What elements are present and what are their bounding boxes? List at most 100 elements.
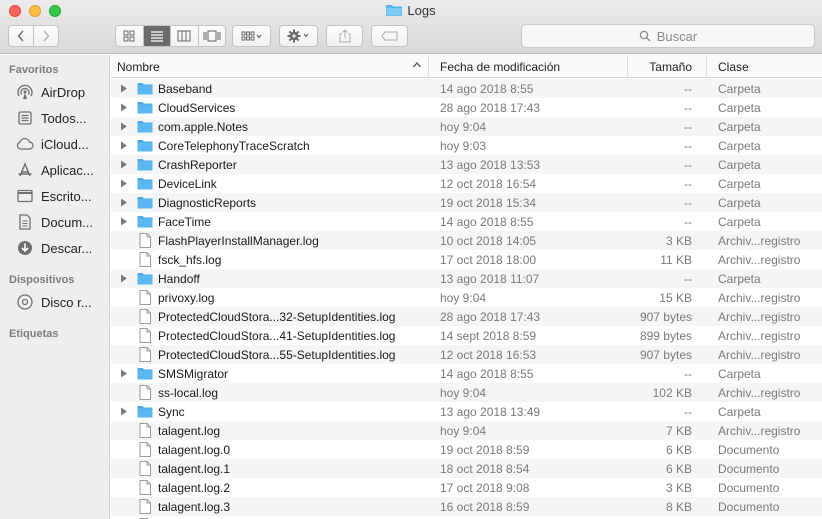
tag-button[interactable] [371, 25, 408, 47]
disclosure-triangle[interactable] [118, 269, 130, 288]
file-row[interactable]: com.apple.Notes hoy 9:04 -- Carpeta [111, 117, 822, 136]
file-name: Baseband [158, 81, 213, 96]
file-date: 10 oct 2018 14:05 [440, 233, 537, 248]
disclosure-triangle[interactable] [118, 193, 130, 212]
column-header-kind[interactable]: Clase [707, 55, 822, 78]
desktop-icon [15, 186, 35, 206]
chevron-left-icon [17, 30, 24, 42]
file-row[interactable]: ProtectedCloudStora...41-SetupIdentities… [111, 326, 822, 345]
file-kind: Documento [718, 442, 780, 457]
file-row[interactable]: Baseband 14 ago 2018 8:55 -- Carpeta [111, 79, 822, 98]
disclosure-triangle[interactable] [118, 98, 130, 117]
triangle-right-icon [121, 179, 127, 188]
file-date: 13 ago 2018 11:07 [440, 271, 540, 286]
file-row[interactable]: fsck_hfs.log 17 oct 2018 18:00 11 KB Archiv… [111, 250, 822, 269]
file-row[interactable]: ProtectedCloudStora...32-SetupIdentities… [111, 307, 822, 326]
sort-ascending-icon [413, 62, 421, 68]
file-size: -- [684, 100, 692, 115]
disclosure-triangle[interactable] [118, 174, 130, 193]
column-header-date[interactable]: Fecha de modificación [429, 55, 628, 78]
file-row[interactable]: Handoff 13 ago 2018 11:07 -- Carpeta [111, 269, 822, 288]
file-row[interactable]: SMSMigrator 14 ago 2018 8:55 -- Carpeta [111, 364, 822, 383]
sidebar-item-applications[interactable]: Aplicac... [0, 158, 110, 182]
disclosure-triangle[interactable] [118, 79, 130, 98]
search-field[interactable]: Buscar [521, 24, 815, 48]
file-kind: Documento [718, 480, 780, 495]
file-date: 19 oct 2018 8:59 [440, 442, 530, 457]
file-row[interactable]: FaceTime 14 ago 2018 8:55 -- Carpeta [111, 212, 822, 231]
file-name: ProtectedCloudStora...32-SetupIdentities… [158, 309, 396, 324]
file-row[interactable]: FlashPlayerInstallManager.log 10 oct 2018… [111, 231, 822, 250]
arrange-button[interactable] [232, 25, 271, 47]
sidebar-item-airdrop[interactable]: AirDrop [0, 80, 110, 104]
file-date: 18 oct 2018 8:54 [440, 461, 530, 476]
file-date: 14 ago 2018 8:55 [440, 214, 534, 229]
file-size: -- [684, 157, 692, 172]
forward-button[interactable] [34, 26, 58, 46]
file-row[interactable]: privoxy.log hoy 9:04 15 KB Archiv...registr… [111, 288, 822, 307]
sidebar-item-desktop[interactable]: Escrito... [0, 184, 110, 208]
file-row[interactable]: CloudServices 28 ago 2018 17:43 -- Carpeta [111, 98, 822, 117]
share-button[interactable] [326, 25, 363, 47]
grid-arrange-icon [241, 31, 261, 41]
file-row[interactable]: talagent.log.1 18 oct 2018 8:54 6 KB Docume… [111, 459, 822, 478]
file-row[interactable]: talagent.log.2 17 oct 2018 9:08 3 KB Docume… [111, 478, 822, 497]
file-row[interactable]: DiagnosticReports 19 oct 2018 15:34 -- Carp… [111, 193, 822, 212]
column-header-size[interactable]: Tamaño [628, 55, 707, 78]
window-toolbar: Logs Buscar [0, 0, 822, 54]
sidebar-item-disk[interactable]: Disco r... [0, 290, 110, 314]
action-button[interactable] [279, 25, 318, 47]
column-header-name[interactable]: Nombre [111, 55, 429, 78]
file-kind: Carpeta [718, 100, 761, 115]
disclosure-spacer [118, 326, 130, 345]
disclosure-triangle[interactable] [118, 212, 130, 231]
file-name: DiagnosticReports [158, 195, 257, 210]
chevron-right-icon [43, 30, 50, 42]
disclosure-triangle[interactable] [118, 364, 130, 383]
file-row[interactable]: Sync 13 ago 2018 13:49 -- Carpeta [111, 402, 822, 421]
triangle-right-icon [121, 369, 127, 378]
triangle-right-icon [121, 103, 127, 112]
file-name: talagent.log [158, 423, 221, 438]
file-kind: Archiv...registro [718, 309, 801, 324]
file-row[interactable]: ProtectedCloudStora...55-SetupIdentities… [111, 345, 822, 364]
disclosure-triangle[interactable] [118, 117, 130, 136]
file-size: -- [684, 366, 692, 381]
coverflow-view-button[interactable] [199, 26, 226, 46]
disclosure-triangle[interactable] [118, 402, 130, 421]
column-view-button[interactable] [171, 26, 199, 46]
file-type-icon [136, 402, 154, 421]
all-files-icon [15, 108, 35, 128]
disclosure-triangle[interactable] [118, 155, 130, 174]
file-row[interactable]: talagent.log.0 19 oct 2018 8:59 6 KB Docume… [111, 440, 822, 459]
disclosure-spacer [118, 231, 130, 250]
file-type-icon [136, 421, 154, 440]
file-row[interactable]: ss-local.log hoy 9:04 102 KB Archiv...regis… [111, 383, 822, 402]
file-row[interactable]: CoreTelephonyTraceScratch hoy 9:03 -- Carpe… [111, 136, 822, 155]
file-name: talagent.log.3 [158, 499, 231, 514]
file-name: talagent.log.0 [158, 442, 231, 457]
back-button[interactable] [9, 26, 34, 46]
file-kind: Archiv...registro [718, 233, 801, 248]
disclosure-triangle[interactable] [118, 136, 130, 155]
applications-icon [15, 160, 35, 180]
file-name: Sync [158, 404, 185, 419]
sidebar-item-icloud[interactable]: iCloud... [0, 132, 110, 156]
sidebar-item-documents[interactable]: Docum... [0, 210, 110, 234]
triangle-right-icon [121, 407, 127, 416]
file-row[interactable]: DeviceLink 12 oct 2018 16:54 -- Carpeta [111, 174, 822, 193]
file-size: 6 KB [665, 442, 692, 457]
file-date: 17 oct 2018 9:08 [440, 480, 530, 495]
file-kind: Carpeta [718, 119, 761, 134]
file-row[interactable]: talagent.log hoy 9:04 7 KB Archiv...registr… [111, 421, 822, 440]
document-file-icon [139, 252, 151, 267]
icon-view-button[interactable] [116, 26, 144, 46]
sidebar-item-label: Escrito... [41, 188, 92, 204]
list-view-button[interactable] [143, 26, 171, 46]
file-row[interactable]: talagent.log.3 16 oct 2018 8:59 8 KB Docume… [111, 497, 822, 516]
sidebar-item-all-files[interactable]: Todos... [0, 106, 110, 130]
folder-icon [137, 368, 153, 380]
sidebar-item-downloads[interactable]: Descar... [0, 236, 110, 260]
file-kind: Archiv...registro [718, 385, 801, 400]
file-row[interactable]: CrashReporter 13 ago 2018 13:53 -- Carpeta [111, 155, 822, 174]
